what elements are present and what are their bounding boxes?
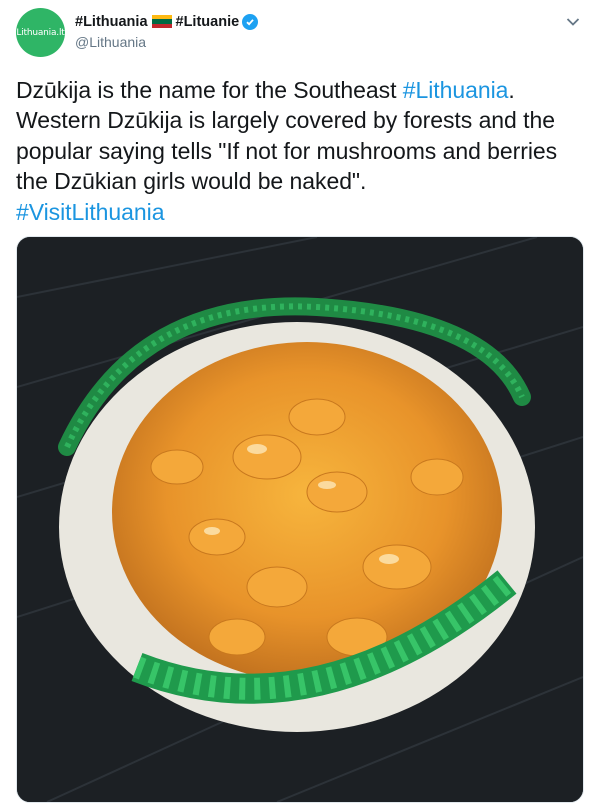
hashtag-visitlithuania-link[interactable]: #VisitLithuania <box>16 197 584 227</box>
tweet-text: Dzūkija is the name for the Southeast #L… <box>16 75 584 227</box>
tweet-text-line-2: Western Dzūkija is largely covered by fo… <box>16 107 555 134</box>
hashtag-lithuania-link[interactable]: #Lithuania <box>403 77 509 103</box>
lithuania-flag-icon <box>151 15 172 28</box>
chanterelle-basket-image <box>17 237 583 802</box>
display-name-part-1: #Lithuania <box>75 13 148 30</box>
profile-avatar[interactable]: Lithuania.lt <box>16 8 65 57</box>
account-info: #Lithuania #Lituanie @Lithuania <box>75 12 259 50</box>
avatar-text: Lithuania.lt <box>16 27 65 38</box>
account-handle[interactable]: @Lithuania <box>75 34 258 50</box>
chevron-down-icon[interactable] <box>566 14 580 26</box>
tweet-text-line-3: popular saying tells "If not for mushroo… <box>16 137 558 164</box>
verified-badge-icon <box>242 13 259 30</box>
display-name-part-2: #Lituanie <box>175 13 240 30</box>
tweet-photo[interactable] <box>16 236 584 803</box>
tweet-text-period: . <box>508 77 515 103</box>
display-name[interactable]: #Lithuania #Lituanie <box>75 12 259 31</box>
tweet-text-line-4: the Dzūkian girls would be naked". <box>16 168 367 195</box>
tweet-text-line-1: Dzūkija is the name for the Southeast <box>16 77 403 103</box>
